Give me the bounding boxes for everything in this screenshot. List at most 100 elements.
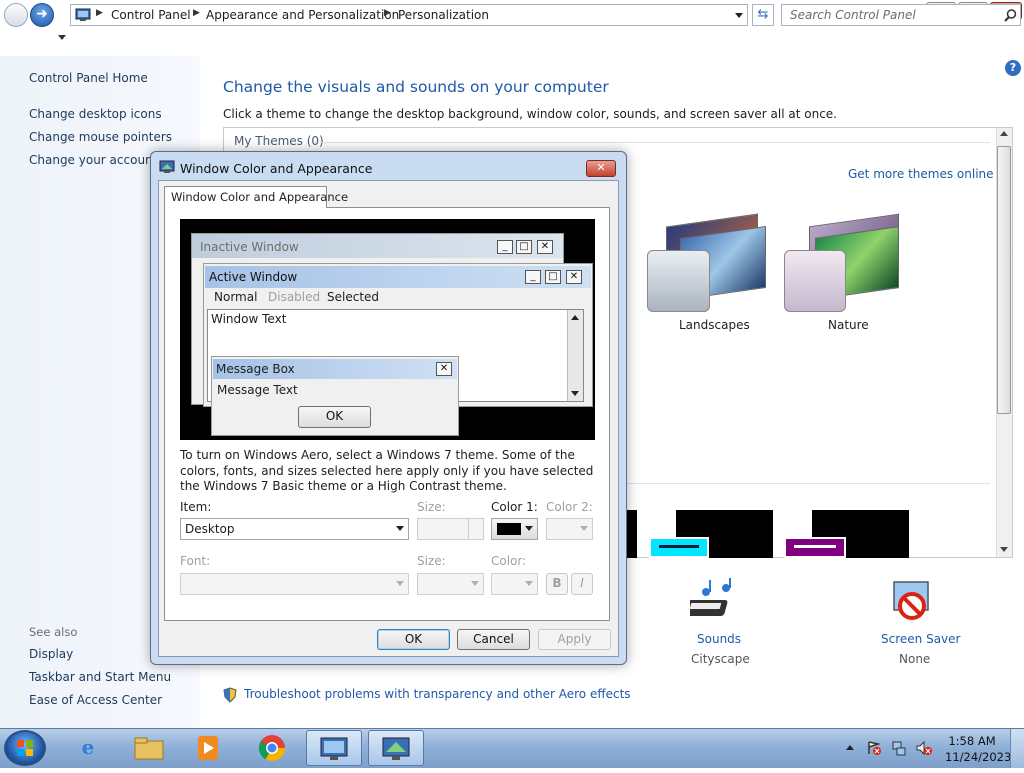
- theme-label-landscapes: Landscapes: [679, 318, 750, 332]
- maximize-icon: □: [545, 270, 561, 284]
- clock-time: 1:58 AM: [948, 734, 996, 748]
- sounds-link[interactable]: Sounds: [697, 632, 741, 646]
- search-placeholder: Search Control Panel: [790, 8, 916, 22]
- back-button[interactable]: [4, 3, 28, 27]
- font-color-picker[interactable]: [491, 573, 538, 595]
- windows-logo-icon: [17, 740, 33, 756]
- item-select[interactable]: Desktop: [180, 518, 409, 540]
- forward-button[interactable]: ➜: [30, 3, 54, 27]
- breadcrumb-separator-icon: ▶: [96, 8, 103, 18]
- sounds-icon[interactable]: [690, 578, 742, 626]
- color1-picker[interactable]: [491, 518, 538, 540]
- address-dropdown-icon[interactable]: [735, 13, 743, 18]
- minimize-icon: _: [525, 270, 541, 284]
- search-input[interactable]: Search Control Panel: [781, 4, 1021, 26]
- change-account-picture-link[interactable]: Change your account p: [29, 153, 169, 167]
- screen-saver-link[interactable]: Screen Saver: [881, 632, 960, 646]
- color1-swatch: [497, 523, 521, 535]
- apply-button[interactable]: Apply: [538, 629, 611, 650]
- maximize-icon: □: [516, 240, 532, 254]
- system-clock[interactable]: 1:58 AM 11/24/2023: [945, 733, 1012, 765]
- spinner-buttons[interactable]: [468, 519, 483, 539]
- scroll-up-icon: [571, 315, 579, 320]
- breadcrumb-appearance[interactable]: Appearance and Personalization: [206, 8, 399, 22]
- color2-picker[interactable]: [546, 518, 593, 540]
- font-select[interactable]: [180, 573, 409, 595]
- display-link[interactable]: Display: [29, 647, 73, 661]
- close-icon: ✕: [537, 240, 553, 254]
- font-label: Font:: [180, 554, 211, 568]
- start-button[interactable]: [4, 730, 46, 766]
- divider: [320, 142, 990, 143]
- inactive-window-title: Inactive Window: [200, 240, 299, 254]
- file-explorer-icon[interactable]: [121, 730, 177, 766]
- chevron-down-icon: [525, 581, 533, 586]
- theme-thumbnail[interactable]: [627, 510, 637, 558]
- theme-label-nature: Nature: [828, 318, 869, 332]
- chevron-down-icon: [396, 526, 404, 531]
- window-color-taskbar-button[interactable]: [368, 730, 424, 766]
- bold-button[interactable]: B: [546, 573, 568, 595]
- size-spinner[interactable]: [417, 518, 484, 540]
- font-size-select[interactable]: [417, 573, 484, 595]
- sounds-value: Cityscape: [691, 652, 750, 666]
- italic-button[interactable]: I: [571, 573, 593, 595]
- help-icon[interactable]: ?: [1005, 60, 1021, 76]
- scroll-up-icon[interactable]: [1000, 131, 1008, 136]
- chevron-down-icon: [396, 581, 404, 586]
- dialog-title: Window Color and Appearance: [180, 161, 373, 176]
- address-bar[interactable]: ▶ Control Panel ▶ Appearance and Persona…: [70, 4, 748, 26]
- shield-icon: [223, 687, 237, 703]
- breadcrumb-control-panel[interactable]: Control Panel: [111, 8, 191, 22]
- color2-label: Color 2:: [546, 500, 593, 514]
- close-icon: ✕: [566, 270, 582, 284]
- show-desktop-button[interactable]: [1010, 729, 1024, 768]
- item-select-value: Desktop: [185, 522, 235, 536]
- dialog-app-icon: [159, 160, 175, 173]
- media-player-icon[interactable]: [180, 730, 236, 766]
- clock-date: 11/24/2023: [945, 750, 1012, 764]
- cancel-button[interactable]: Cancel: [457, 629, 530, 650]
- change-desktop-icons-link[interactable]: Change desktop icons: [29, 107, 162, 121]
- font-color-label: Color:: [491, 554, 527, 568]
- internet-explorer-icon[interactable]: e: [60, 730, 116, 766]
- troubleshoot-link[interactable]: Troubleshoot problems with transparency …: [244, 687, 631, 701]
- chrome-icon[interactable]: [244, 730, 300, 766]
- action-center-icon[interactable]: [866, 740, 882, 756]
- breadcrumb-personalization[interactable]: Personalization: [398, 8, 489, 22]
- get-more-themes-link[interactable]: Get more themes online: [848, 167, 994, 181]
- message-box-title: Message Box: [216, 362, 295, 376]
- page-description: Click a theme to change the desktop back…: [223, 107, 837, 121]
- menu-selected: Selected: [327, 290, 380, 304]
- minimize-icon: _: [497, 240, 513, 254]
- search-icon[interactable]: [1004, 9, 1017, 22]
- message-text: Message Text: [217, 383, 298, 397]
- theme-color-swatch: [649, 537, 709, 558]
- control-panel-home-link[interactable]: Control Panel Home: [29, 71, 148, 85]
- item-label: Item:: [180, 500, 212, 514]
- scrollbar-thumb[interactable]: [997, 146, 1011, 414]
- theme-color-swatch: [784, 537, 846, 558]
- aero-info-text: To turn on Windows Aero, select a Window…: [180, 448, 594, 493]
- show-hidden-icons-icon[interactable]: [846, 745, 854, 750]
- change-mouse-pointers-link[interactable]: Change mouse pointers: [29, 130, 172, 144]
- preview-scrollbar: [567, 310, 583, 401]
- taskbar-start-menu-link[interactable]: Taskbar and Start Menu: [29, 670, 171, 684]
- ease-of-access-link[interactable]: Ease of Access Center: [29, 693, 162, 707]
- window-text: Window Text: [211, 312, 287, 326]
- screen-saver-icon[interactable]: [888, 578, 940, 626]
- size-label: Size:: [417, 500, 446, 514]
- breadcrumb-separator-icon[interactable]: ▶: [193, 8, 200, 18]
- see-also-heading: See also: [29, 625, 78, 639]
- recent-pages-chevron-icon[interactable]: [58, 35, 66, 40]
- dialog-close-button[interactable]: ✕: [586, 160, 616, 177]
- active-window-title: Active Window: [209, 270, 298, 284]
- volume-icon[interactable]: [915, 740, 933, 756]
- color1-label: Color 1:: [491, 500, 538, 514]
- ok-button[interactable]: OK: [377, 629, 450, 650]
- network-icon[interactable]: [891, 740, 907, 756]
- breadcrumb-separator-icon[interactable]: ▶: [384, 8, 391, 18]
- refresh-button[interactable]: ⇆: [752, 4, 774, 26]
- control-panel-taskbar-button[interactable]: [306, 730, 362, 766]
- scroll-down-icon[interactable]: [1000, 547, 1008, 552]
